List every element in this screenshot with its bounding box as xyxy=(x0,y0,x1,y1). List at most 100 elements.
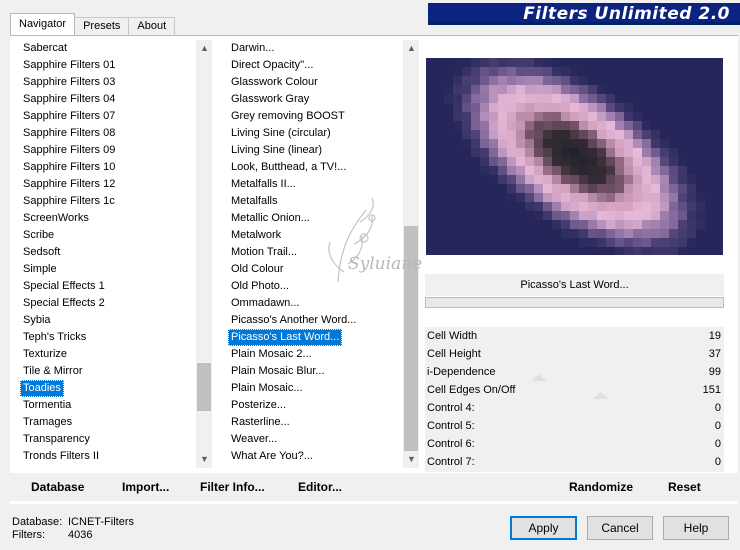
editor-button[interactable]: Editor... xyxy=(298,478,342,496)
filter-item[interactable]: Living Sine (linear) xyxy=(228,142,322,159)
category-list[interactable]: Sabercat Sapphire Filters 01 Sapphire Filt… xyxy=(20,40,195,468)
category-item[interactable]: Sapphire Filters 01 xyxy=(20,57,115,74)
category-item[interactable]: Tormentia xyxy=(20,397,71,414)
mosaic-cell xyxy=(453,130,462,139)
filter-item[interactable]: Metalfalls xyxy=(228,193,277,210)
mosaic-cell xyxy=(426,211,435,220)
category-item[interactable]: Simple xyxy=(20,261,57,278)
scroll-up-icon[interactable]: ▲ xyxy=(196,40,213,57)
category-item[interactable]: Sedsoft xyxy=(20,244,60,261)
category-item[interactable]: Teph's Tricks xyxy=(20,329,86,346)
param-row[interactable]: Cell Edges On/Off 151 xyxy=(425,381,724,399)
mosaic-cell xyxy=(606,157,615,166)
mosaic-cell xyxy=(435,103,444,112)
mosaic-cell xyxy=(453,238,462,247)
category-item[interactable]: Transparency xyxy=(20,431,90,448)
filter-item[interactable]: Picasso's Another Word... xyxy=(228,312,356,329)
category-item[interactable]: Sapphire Filters 12 xyxy=(20,176,115,193)
category-item[interactable]: Sapphire Filters 08 xyxy=(20,125,115,142)
filter-item[interactable]: Metallic Onion... xyxy=(228,210,310,227)
filter-item[interactable]: Direct Opacity''... xyxy=(228,57,313,74)
filter-item[interactable]: Metalfalls II... xyxy=(228,176,296,193)
mosaic-cell xyxy=(471,202,480,211)
filter-item[interactable]: Old Colour xyxy=(228,261,284,278)
scroll-up-icon[interactable]: ▲ xyxy=(403,40,420,57)
filter-item[interactable]: Darwin... xyxy=(228,40,274,57)
category-item[interactable]: Special Effects 2 xyxy=(20,295,105,312)
reset-button[interactable]: Reset xyxy=(668,478,701,496)
scroll-thumb[interactable] xyxy=(404,226,418,451)
param-row[interactable]: Control 5: 0 xyxy=(425,417,724,435)
filter-item[interactable]: Look, Butthead, a TV!... xyxy=(228,159,346,176)
filter-item[interactable]: Metalwork xyxy=(228,227,281,244)
filter-scrollbar[interactable]: ▲ ▼ xyxy=(402,40,419,468)
import-button[interactable]: Import... xyxy=(122,478,169,496)
mosaic-cell xyxy=(642,103,651,112)
param-row[interactable]: i-Dependence 99 xyxy=(425,363,724,381)
mosaic-cell xyxy=(435,76,444,85)
filter-item[interactable]: Plain Mosaic Blur... xyxy=(228,363,325,380)
mosaic-cell xyxy=(552,85,561,94)
cancel-button[interactable]: Cancel xyxy=(587,516,653,540)
mosaic-cell xyxy=(588,58,597,67)
category-item[interactable]: Sapphire Filters 1c xyxy=(20,193,115,210)
tab-navigator[interactable]: Navigator xyxy=(10,13,76,35)
filter-item[interactable]: Glasswork Colour xyxy=(228,74,318,91)
category-item[interactable]: Tile & Mirror xyxy=(20,363,82,380)
filter-item[interactable]: Motion Trail... xyxy=(228,244,297,261)
param-row[interactable]: Control 6: 0 xyxy=(425,435,724,453)
category-item[interactable]: Sapphire Filters 07 xyxy=(20,108,115,125)
tab-about[interactable]: About xyxy=(128,17,176,35)
filter-item[interactable]: Rasterline... xyxy=(228,414,290,431)
mosaic-cell xyxy=(489,76,498,85)
filter-item[interactable]: Ommadawn... xyxy=(228,295,299,312)
category-item[interactable]: Tramages xyxy=(20,414,72,431)
category-item[interactable]: Sapphire Filters 04 xyxy=(20,91,115,108)
mosaic-cell xyxy=(678,67,687,76)
mosaic-cell xyxy=(507,76,516,85)
scroll-down-icon[interactable]: ▼ xyxy=(403,451,420,468)
category-item[interactable]: ScreenWorks xyxy=(20,210,89,227)
category-item[interactable]: Toadies xyxy=(20,380,64,397)
filter-item[interactable]: Glasswork Gray xyxy=(228,91,309,108)
scroll-down-icon[interactable]: ▼ xyxy=(196,451,213,468)
category-item[interactable]: Special Effects 1 xyxy=(20,278,105,295)
category-item[interactable]: Sybia xyxy=(20,312,51,329)
filter-item[interactable]: Living Sine (circular) xyxy=(228,125,331,142)
filter-item[interactable]: Posterize... xyxy=(228,397,286,414)
filter-item[interactable]: Plain Mosaic 2... xyxy=(228,346,312,363)
param-row[interactable]: Cell Height 37 xyxy=(425,345,724,363)
filter-list[interactable]: Darwin... Direct Opacity''... Glasswork Co… xyxy=(228,40,402,468)
param-row[interactable]: Control 7: 0 xyxy=(425,453,724,471)
mosaic-cell xyxy=(570,166,579,175)
filter-item[interactable]: Plain Mosaic... xyxy=(228,380,303,397)
mosaic-cell xyxy=(615,247,624,255)
filter-item[interactable]: What Are You?... xyxy=(228,448,313,465)
category-scrollbar[interactable]: ▲ ▼ xyxy=(195,40,212,468)
category-item[interactable]: Sapphire Filters 10 xyxy=(20,159,115,176)
category-item[interactable]: Texturize xyxy=(20,346,67,363)
param-row[interactable]: Control 4: 0 xyxy=(425,399,724,417)
help-button[interactable]: Help xyxy=(663,516,729,540)
mosaic-cell xyxy=(642,211,651,220)
category-item[interactable]: Tronds Filters II xyxy=(20,448,99,465)
param-row[interactable]: Cell Width 19 xyxy=(425,327,724,345)
filter-item[interactable]: Weaver... xyxy=(228,431,277,448)
category-item[interactable]: Scribe xyxy=(20,227,54,244)
mosaic-cell xyxy=(552,76,561,85)
filter-item[interactable]: Grey removing BOOST xyxy=(228,108,345,125)
filter-item[interactable]: Old Photo... xyxy=(228,278,289,295)
mosaic-cell xyxy=(516,103,525,112)
category-item[interactable]: Sapphire Filters 03 xyxy=(20,74,115,91)
randomize-button[interactable]: Randomize xyxy=(569,478,633,496)
scroll-thumb[interactable] xyxy=(197,363,211,411)
tab-presets[interactable]: Presets xyxy=(74,17,130,35)
mosaic-cell xyxy=(660,139,669,148)
filter-item[interactable]: Picasso's Last Word... xyxy=(228,329,343,346)
mosaic-cell xyxy=(534,157,543,166)
apply-button[interactable]: Apply xyxy=(510,516,577,540)
database-button[interactable]: Database xyxy=(31,478,84,496)
filter-info-button[interactable]: Filter Info... xyxy=(200,478,265,496)
category-item[interactable]: Sapphire Filters 09 xyxy=(20,142,115,159)
category-item[interactable]: Sabercat xyxy=(20,40,67,57)
